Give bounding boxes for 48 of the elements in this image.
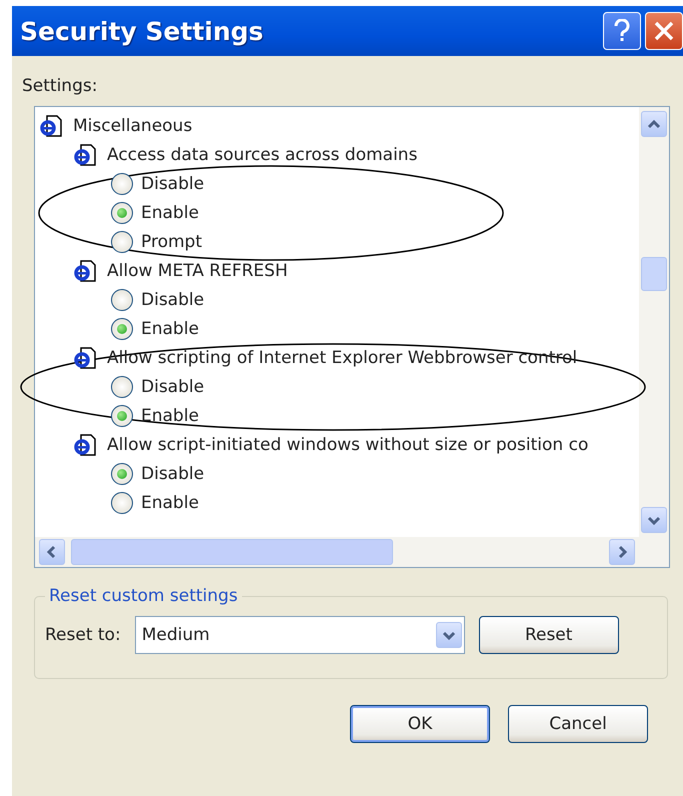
window-title: Security Settings [20, 16, 264, 46]
radio-button[interactable] [111, 288, 133, 310]
horizontal-scrollbar[interactable] [35, 537, 639, 567]
radio-button[interactable] [111, 172, 133, 194]
scroll-thumb[interactable] [71, 539, 393, 565]
option-label[interactable]: Enable [141, 318, 199, 338]
scroll-left-button[interactable] [39, 539, 65, 565]
level-dropdown[interactable]: Medium [134, 616, 465, 654]
help-button[interactable] [603, 12, 641, 50]
option-label[interactable]: Disable [141, 464, 204, 484]
document-icon [73, 258, 99, 282]
reset-to-label: Reset to: [45, 625, 121, 645]
option-label[interactable]: Disable [141, 290, 204, 310]
radio-button[interactable] [111, 404, 133, 426]
ok-button[interactable]: OK [350, 705, 490, 743]
dropdown-button[interactable] [436, 622, 462, 648]
option-label[interactable]: Enable [141, 406, 199, 426]
setting-label: Allow script-initiated windows without size or position co [107, 434, 588, 454]
document-icon [73, 142, 99, 166]
scroll-right-button[interactable] [609, 539, 635, 565]
radio-button[interactable] [111, 376, 133, 398]
document-icon [39, 114, 65, 138]
reset-button[interactable]: Reset [478, 616, 619, 654]
settings-label: Settings: [22, 76, 98, 96]
document-icon [73, 346, 99, 370]
group-title: Reset custom settings [48, 586, 239, 606]
radio-button[interactable] [111, 492, 133, 514]
radio-button[interactable] [111, 462, 133, 484]
close-icon [653, 20, 675, 42]
radio-button[interactable] [111, 202, 133, 224]
option-label[interactable]: Enable [141, 202, 199, 222]
option-label[interactable]: Disable [141, 174, 204, 194]
option-label[interactable]: Enable [141, 492, 199, 512]
radio-button[interactable] [111, 230, 133, 252]
category-label[interactable]: Miscellaneous [73, 116, 192, 136]
cancel-button[interactable]: Cancel [508, 705, 648, 743]
document-icon [73, 432, 99, 456]
scroll-up-button[interactable] [641, 111, 667, 137]
scroll-thumb[interactable] [641, 257, 667, 291]
option-label[interactable]: Disable [141, 376, 204, 396]
option-label[interactable]: Prompt [141, 232, 202, 252]
close-button[interactable] [645, 12, 683, 50]
setting-label: Access data sources across domains [107, 144, 418, 164]
help-icon [613, 19, 631, 43]
radio-button[interactable] [111, 318, 133, 340]
vertical-scrollbar[interactable] [639, 107, 669, 537]
setting-label: Allow META REFRESH [107, 260, 288, 280]
scroll-down-button[interactable] [641, 507, 667, 533]
